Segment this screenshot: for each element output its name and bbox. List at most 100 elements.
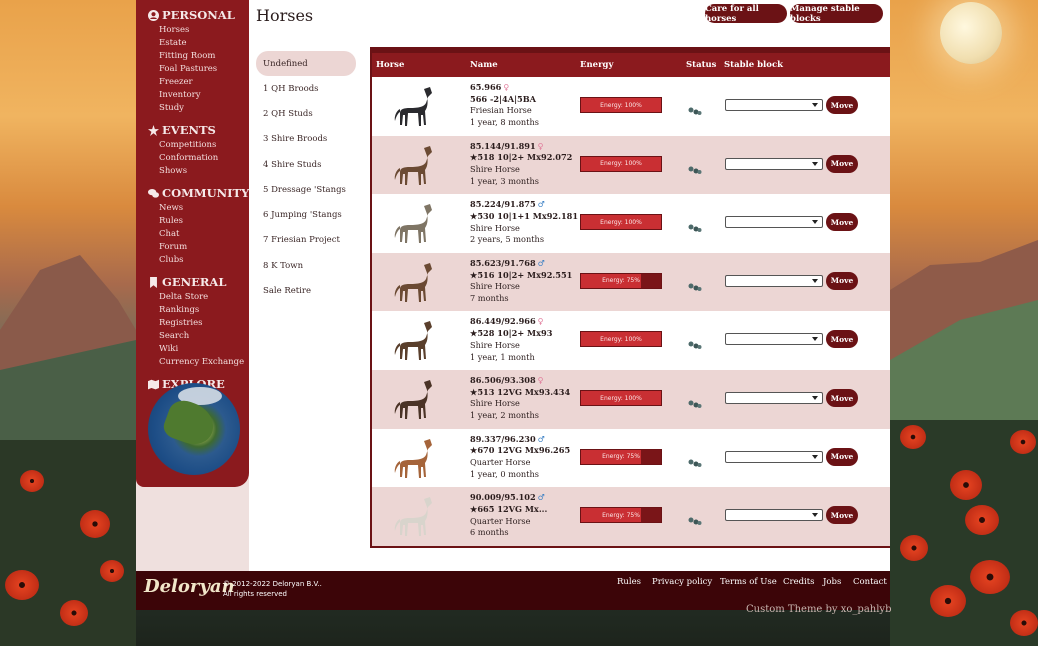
sidebar-item-currency-exchange[interactable]: Currency Exchange xyxy=(159,356,249,369)
horse-image[interactable] xyxy=(388,435,440,481)
stable-block-select[interactable] xyxy=(725,274,823,287)
horse-image[interactable] xyxy=(388,200,440,246)
star-icon xyxy=(148,124,159,136)
stable-block-select[interactable] xyxy=(725,392,823,404)
horse-name-block[interactable]: 90.009/95.102 ♂ ★665 12VG Mx... Quarter Hor… xyxy=(470,492,547,539)
group-item[interactable]: 6 Jumping 'Stangs xyxy=(256,202,356,227)
deloryan-logo[interactable]: Deloryan xyxy=(144,576,235,597)
poppy-decoration xyxy=(900,535,928,561)
footer-link-credits[interactable]: Credits xyxy=(783,577,815,587)
poppy-decoration xyxy=(930,585,966,617)
sidebar-item-foal-pastures[interactable]: Foal Pastures xyxy=(159,63,249,76)
group-item[interactable]: 5 Dressage 'Stangs xyxy=(256,177,356,202)
footer-link-contact[interactable]: Contact xyxy=(853,577,887,587)
sidebar-item-fitting-room[interactable]: Fitting Room xyxy=(159,50,249,63)
female-icon: ♀ xyxy=(537,316,544,327)
sidebar-heading-general[interactable]: GENERAL xyxy=(148,273,249,291)
sidebar-item-forum[interactable]: Forum xyxy=(159,241,249,254)
energy-bar: Energy: 100% xyxy=(580,331,662,348)
group-item[interactable]: 3 Shire Broods xyxy=(256,127,356,152)
sidebar-item-inventory[interactable]: Inventory xyxy=(159,89,249,102)
stable-block-select[interactable] xyxy=(725,509,823,522)
stable-block-select[interactable] xyxy=(725,450,823,463)
stable-block-select[interactable] xyxy=(725,216,823,229)
column-header-status: Status xyxy=(686,60,717,70)
horse-name-block[interactable]: 89.337/96.230 ♂ ★670 12VG Mx96.265 Quarter … xyxy=(470,434,570,481)
sidebar-item-competitions[interactable]: Competitions xyxy=(159,139,249,152)
move-button[interactable]: Move xyxy=(826,96,858,114)
sidebar-item-registries[interactable]: Registries xyxy=(159,317,249,330)
sidebar-item-conformation-shows[interactable]: Conformation Shows xyxy=(159,152,249,178)
stable-block-select[interactable] xyxy=(725,333,823,346)
male-icon: ♂ xyxy=(537,199,545,210)
move-button[interactable]: Move xyxy=(826,389,858,407)
sidebar-item-horses[interactable]: Horses xyxy=(159,24,249,37)
move-button[interactable]: Move xyxy=(826,330,858,349)
manage-stable-blocks-button[interactable]: Manage stable blocks xyxy=(790,4,883,24)
sidebar-item-chat[interactable]: Chat xyxy=(159,228,249,241)
horse-name-block[interactable]: 65.966 ♀ 566 -2|4A|5BA Friesian Horse 1 year… xyxy=(470,82,539,129)
horse-name-block[interactable]: 85.623/91.768 ♂ ★516 10|2+ Mx92.551 Shire H… xyxy=(470,258,572,305)
move-button[interactable]: Move xyxy=(826,154,858,173)
footer-link-jobs[interactable]: Jobs xyxy=(823,577,841,587)
group-item[interactable]: 7 Friesian Project xyxy=(256,228,356,253)
move-button[interactable]: Move xyxy=(826,506,858,525)
group-item[interactable]: 1 QH Broods xyxy=(256,76,356,101)
female-icon: ♀ xyxy=(537,140,544,151)
sidebar-heading-personal[interactable]: PERSONAL xyxy=(148,6,249,24)
horse-image[interactable] xyxy=(388,259,440,305)
stable-block-select[interactable] xyxy=(725,157,823,170)
sidebar-item-study[interactable]: Study xyxy=(159,102,249,115)
horse-image[interactable] xyxy=(388,142,440,188)
horse-name-block[interactable]: 85.224/91.875 ♂ ★530 10|1+1 Mx92.181 Shire … xyxy=(470,199,578,246)
sidebar-item-delta-store[interactable]: Delta Store xyxy=(159,291,249,304)
energy-label: Energy: 100% xyxy=(600,160,642,168)
footer-link-terms-of-use[interactable]: Terms of Use xyxy=(720,577,777,587)
copyright-line: © 2012-2022 Deloryan B.V.. xyxy=(223,580,322,588)
explore-globe-map[interactable] xyxy=(148,383,240,475)
energy-label: Energy: 75% xyxy=(602,277,640,285)
horse-image[interactable] xyxy=(388,376,440,422)
sidebar-item-rankings[interactable]: Rankings xyxy=(159,304,249,317)
poppy-decoration xyxy=(1010,610,1038,636)
group-item[interactable]: Sale Retire xyxy=(256,278,356,303)
group-item[interactable]: 2 QH Studs xyxy=(256,101,356,126)
horse-score: 86.506/93.308 xyxy=(470,375,536,385)
sidebar-item-clubs[interactable]: Clubs xyxy=(159,254,249,267)
horse-image[interactable] xyxy=(388,493,440,539)
stable-block-select[interactable] xyxy=(725,99,823,111)
sidebar-item-search[interactable]: Search xyxy=(159,330,249,343)
footer-link-rules[interactable]: Rules xyxy=(617,577,641,587)
horse-name-block[interactable]: 86.449/92.966 ♀ ★528 10|2+ Mx93 Shire Horse… xyxy=(470,316,552,363)
group-item[interactable]: 8 K Town xyxy=(256,253,356,278)
group-item[interactable]: 4 Shire Studs xyxy=(256,152,356,177)
page-title: Horses xyxy=(256,6,314,25)
sidebar-item-rules[interactable]: Rules xyxy=(159,215,249,228)
horse-image[interactable] xyxy=(388,317,440,363)
sidebar-heading-label: GENERAL xyxy=(162,275,227,289)
sidebar-item-news[interactable]: News xyxy=(159,202,249,215)
move-button[interactable]: Move xyxy=(826,213,858,232)
group-item[interactable]: Undefined xyxy=(256,51,356,76)
sidebar-item-wiki[interactable]: Wiki xyxy=(159,343,249,356)
sidebar-heading-community[interactable]: COMMUNITY xyxy=(148,184,249,202)
sidebar-item-estate[interactable]: Estate xyxy=(159,37,249,50)
horse-name-block[interactable]: 85.144/91.891 ♀ ★518 10|2+ Mx92.072 Shire H… xyxy=(470,141,572,188)
male-icon: ♂ xyxy=(537,433,545,444)
column-header-name: Name xyxy=(470,60,498,70)
horse-stats: ★665 12VG Mx... xyxy=(470,503,548,514)
feed-status-icon xyxy=(688,453,702,467)
footer-link-privacy-policy[interactable]: Privacy policy xyxy=(652,577,712,587)
move-button[interactable]: Move xyxy=(826,271,858,290)
rights-line: All rights reserved xyxy=(223,590,287,598)
move-button[interactable]: Move xyxy=(826,447,858,466)
care-for-all-horses-button[interactable]: Care for all horses xyxy=(705,4,787,24)
user-circle-icon xyxy=(148,9,159,21)
bookmark-icon xyxy=(148,276,159,288)
horse-name-block[interactable]: 86.506/93.308 ♀ ★513 12VG Mx93.434 Shire Ho… xyxy=(470,375,570,422)
custom-theme-credit: Custom Theme by xo_pahlyb xyxy=(746,604,892,615)
sidebar: PERSONAL Horses Estate Fitting Room Foal Pas… xyxy=(136,0,249,487)
sidebar-item-freezer[interactable]: Freezer xyxy=(159,76,249,89)
sidebar-heading-events[interactable]: EVENTS xyxy=(148,121,249,139)
horse-image[interactable] xyxy=(388,83,440,129)
